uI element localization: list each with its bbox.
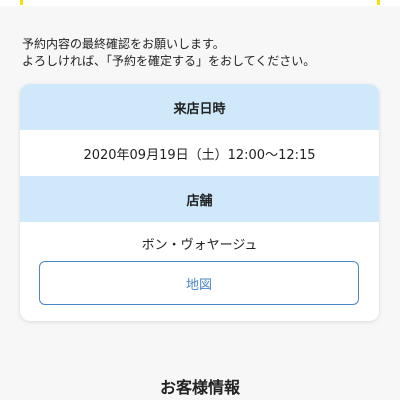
reservation-summary-card: 来店日時 2020年09月19日（土）12:00〜12:15 店舗 ボン・ヴォヤ… xyxy=(20,84,379,321)
confirmation-instructions: 予約内容の最終確認をお願いします。 よろしければ、「予約を確定する」をおしてくだ… xyxy=(22,36,382,70)
visit-datetime-label: 来店日時 xyxy=(20,84,379,130)
yellow-marker-left xyxy=(20,0,23,5)
store-name: ボン・ヴォヤージュ xyxy=(141,238,258,253)
visit-datetime-value: 2020年09月19日（土）12:00〜12:15 xyxy=(83,147,316,163)
top-strip xyxy=(0,0,400,6)
yellow-marker-right xyxy=(377,0,380,5)
map-button[interactable]: 地図 xyxy=(39,261,359,305)
instruction-line-1: 予約内容の最終確認をお願いします。 xyxy=(22,37,225,51)
map-button-label: 地図 xyxy=(185,277,212,293)
store-label: 店舗 xyxy=(20,176,379,222)
instruction-line-2: よろしければ、「予約を確定する」をおしてください。 xyxy=(22,54,316,68)
customer-info-title: お客様情報 xyxy=(159,378,240,397)
